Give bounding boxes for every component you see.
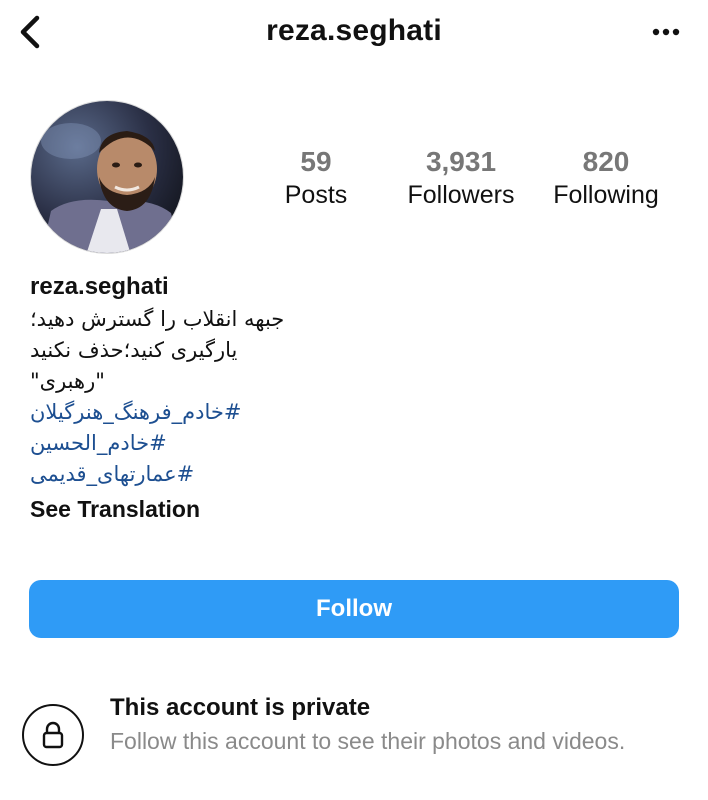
- private-account-notice: This account is private Follow this acco…: [22, 690, 682, 790]
- hashtag-link[interactable]: #خادم_الحسین: [30, 428, 670, 459]
- bio-line: یارگیری کنید؛حذف نکنید: [30, 338, 238, 362]
- hashtag-link[interactable]: #عمارتهای_قدیمی: [30, 459, 670, 490]
- more-options-button[interactable]: [644, 14, 688, 50]
- hashtag-link[interactable]: #خادم_فرهنگ_هنرگیلان: [30, 397, 670, 428]
- bio-line: "رهبری": [30, 369, 105, 393]
- followers-count: 3,931: [425, 146, 497, 177]
- bio-username: reza.seghati: [30, 273, 169, 300]
- see-translation-link[interactable]: See Translation: [30, 492, 670, 526]
- following-label: Following: [553, 181, 659, 209]
- private-title: This account is private: [110, 694, 371, 721]
- followers-stat[interactable]: 3,931 Followers: [398, 146, 524, 212]
- profile-stats: 59 Posts 3,931 Followers 820 Following: [0, 146, 708, 216]
- private-subtitle: Follow this account to see their photos …: [110, 728, 626, 754]
- followers-label: Followers: [407, 181, 515, 209]
- more-horizontal-icon: [652, 28, 680, 36]
- profile-username-title: reza.seghati: [266, 14, 442, 47]
- profile-bio: reza.seghati جبهه انقلاب را گسترش دهید؛ …: [30, 270, 670, 526]
- posts-label: Posts: [284, 181, 348, 209]
- follow-button[interactable]: Follow: [29, 580, 679, 638]
- lock-icon: [42, 721, 64, 749]
- following-stat[interactable]: 820 Following: [544, 146, 668, 212]
- top-bar: reza.seghati: [0, 0, 708, 64]
- lock-icon-circle: [22, 704, 84, 766]
- following-count: 820: [582, 146, 630, 177]
- posts-stat[interactable]: 59 Posts: [276, 146, 356, 212]
- posts-count: 59: [300, 146, 332, 177]
- bio-line: جبهه انقلاب را گسترش دهید؛: [30, 307, 285, 331]
